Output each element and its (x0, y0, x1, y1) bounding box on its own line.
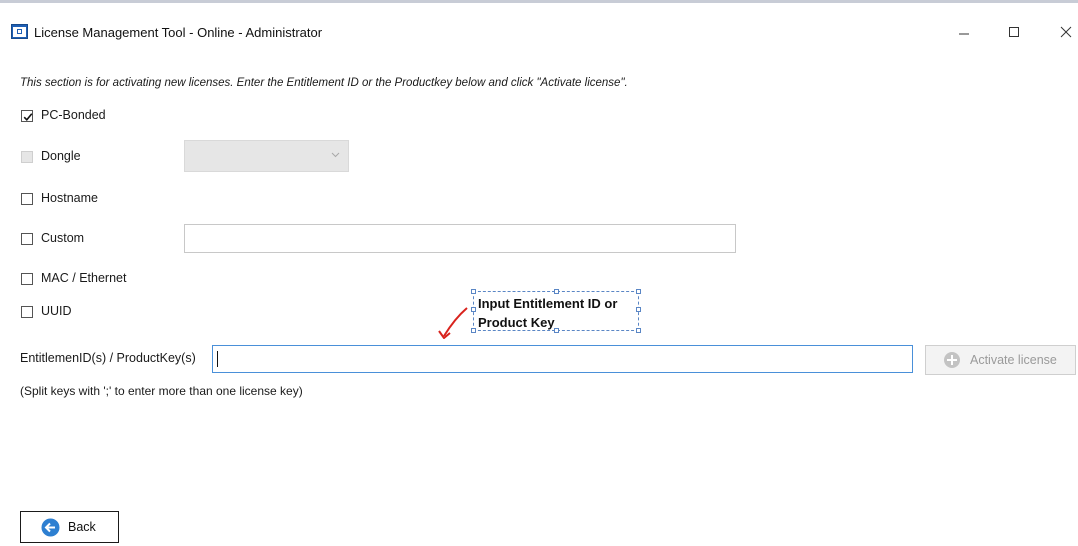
app-icon (11, 24, 28, 39)
plus-circle-icon (944, 352, 960, 368)
dongle-checkbox[interactable] (21, 151, 33, 163)
hostname-checkbox[interactable] (21, 193, 33, 205)
window-title: License Management Tool - Online - Admin… (34, 25, 323, 40)
mac-ethernet-checkbox[interactable] (21, 273, 33, 285)
entitlement-key-label: EntitlemenID(s) / ProductKey(s) (20, 351, 196, 365)
hostname-label[interactable]: Hostname (41, 191, 98, 205)
pc-bonded-checkbox[interactable] (21, 110, 33, 122)
resize-handle (636, 328, 641, 333)
maximize-icon (1009, 27, 1019, 37)
split-keys-hint: (Split keys with ';' to enter more than … (20, 384, 303, 398)
resize-handle (636, 307, 641, 312)
dongle-label[interactable]: Dongle (41, 149, 81, 163)
activate-license-label: Activate license (970, 353, 1057, 367)
minimize-icon (959, 33, 969, 35)
custom-checkbox[interactable] (21, 233, 33, 245)
annotation-text: Input Entitlement ID or Product Key (478, 296, 618, 330)
back-arrow-icon (41, 518, 60, 536)
annotation-box: Input Entitlement ID or Product Key (471, 289, 641, 333)
resize-handle (636, 289, 641, 294)
title-bar: License Management Tool - Online - Admin… (0, 3, 1078, 59)
dongle-select[interactable] (184, 140, 349, 172)
custom-label[interactable]: Custom (41, 231, 84, 245)
custom-input[interactable] (184, 224, 736, 253)
maximize-button[interactable] (992, 17, 1036, 47)
chevron-down-icon (331, 152, 340, 158)
close-icon (1060, 26, 1072, 38)
entitlement-key-input[interactable] (212, 345, 913, 373)
annotation-arrow-icon (438, 307, 468, 339)
pc-bonded-label[interactable]: PC-Bonded (41, 108, 106, 122)
resize-handle (471, 289, 476, 294)
instruction-text: This section is for activating new licen… (20, 77, 628, 89)
text-caret (217, 351, 218, 367)
uuid-checkbox[interactable] (21, 306, 33, 318)
back-label: Back (68, 520, 96, 534)
uuid-label[interactable]: UUID (41, 304, 72, 318)
mac-ethernet-label[interactable]: MAC / Ethernet (41, 271, 126, 285)
back-button[interactable]: Back (20, 511, 119, 543)
activate-license-button[interactable]: Activate license (925, 345, 1076, 375)
minimize-button[interactable] (942, 17, 986, 47)
close-button[interactable] (1044, 17, 1078, 47)
checkmark-icon (23, 113, 33, 121)
